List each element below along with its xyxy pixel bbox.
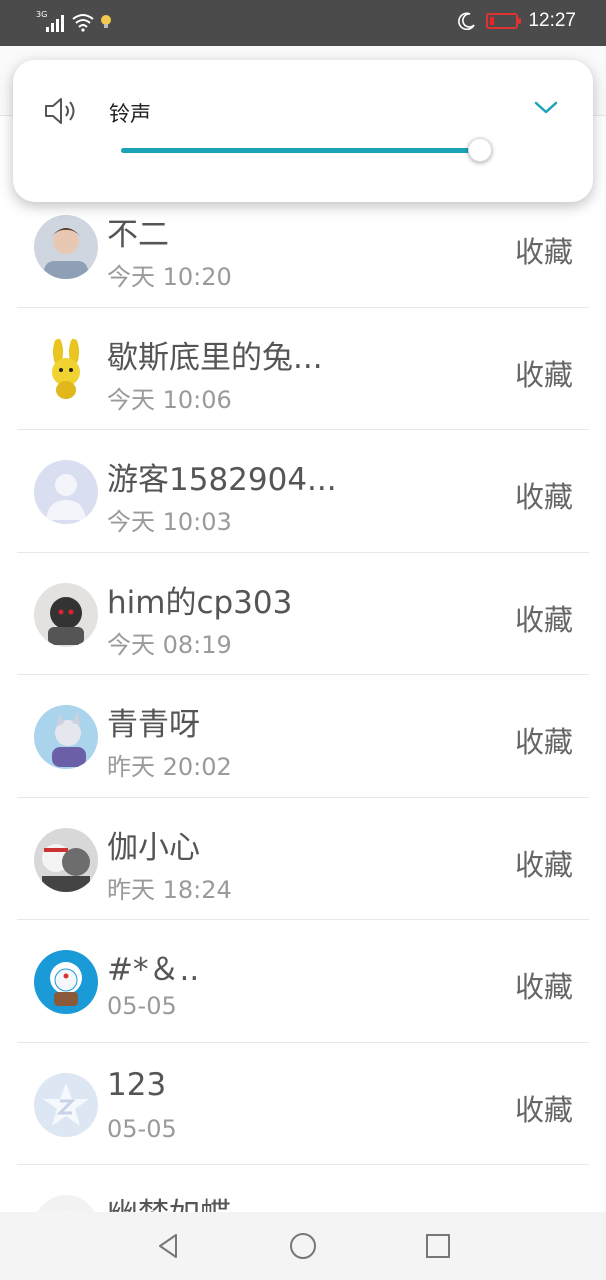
signal-icon: 3G (36, 10, 66, 32)
avatar (34, 460, 98, 524)
volume-slider[interactable] (121, 138, 492, 162)
contact-name: 伽小心 (107, 829, 200, 866)
moon-icon (458, 12, 476, 30)
avatar (34, 950, 98, 1014)
favorite-button[interactable]: 收藏 (515, 229, 573, 271)
home-icon[interactable] (287, 1230, 319, 1262)
contact-name: 青青呀 (107, 707, 200, 743)
list-item[interactable]: him的cp303 今天 08:19 收藏 (17, 553, 589, 675)
avatar (34, 582, 98, 647)
contact-time: 今天 10:06 (107, 385, 232, 414)
contact-time: 今天 10:03 (107, 508, 232, 536)
back-icon[interactable] (152, 1230, 184, 1262)
recents-icon[interactable] (422, 1230, 454, 1262)
contact-name: 游客1582904... (107, 462, 337, 498)
list-item[interactable]: 不二 今天 10:20 收藏 (17, 185, 589, 308)
contact-time: 昨天 20:02 (107, 753, 232, 781)
volume-label: 铃声 (109, 102, 151, 126)
contact-time: 05-05 (107, 992, 177, 1020)
volume-slider-fill (121, 148, 480, 153)
contact-name: #*＆.. (107, 952, 200, 988)
contact-time: 昨天 18:24 (107, 875, 232, 904)
contact-name: 不二 (107, 217, 169, 253)
contact-time: 今天 10:20 (107, 263, 232, 291)
volume-slider-thumb[interactable] (467, 138, 492, 162)
network-type: 3G (36, 10, 48, 19)
list-item[interactable]: 歇斯底里的兔... 今天 10:06 收藏 (17, 308, 589, 430)
avatar (34, 705, 98, 769)
contact-name: him的cp303 (107, 584, 293, 621)
list-item[interactable]: 123 05-05 收藏 (17, 1043, 589, 1165)
favorite-button[interactable]: 收藏 (515, 842, 573, 884)
list-item[interactable]: #*＆.. 05-05 收藏 (17, 920, 589, 1043)
battery-icon (486, 13, 522, 29)
favorite-button[interactable]: 收藏 (515, 719, 573, 761)
list-item[interactable]: 青青呀 昨天 20:02 收藏 (17, 675, 589, 798)
wifi-icon (72, 14, 94, 32)
contact-name: 123 (107, 1066, 167, 1103)
avatar (34, 337, 98, 402)
contact-time: 05-05 (107, 1114, 177, 1143)
chevron-down-icon[interactable] (533, 98, 559, 116)
list-item[interactable]: 伽小心 昨天 18:24 收藏 (17, 798, 589, 920)
navigation-bar (0, 1212, 606, 1280)
contact-name: 歇斯底里的兔... (107, 339, 323, 376)
favorite-button[interactable]: 收藏 (515, 474, 573, 516)
volume-panel: 铃声 (13, 60, 593, 202)
favorite-button[interactable]: 收藏 (515, 597, 573, 639)
favorite-button[interactable]: 收藏 (515, 352, 573, 394)
avatar (34, 1072, 98, 1137)
favorite-button[interactable]: 收藏 (515, 1087, 573, 1129)
status-bar: 3G 12:27 (0, 0, 606, 46)
contact-time: 今天 08:19 (107, 630, 232, 659)
list-item[interactable]: 游客1582904... 今天 10:03 收藏 (17, 430, 589, 553)
clock: 12:27 (528, 10, 576, 31)
contact-list: 不二 今天 10:20 收藏 歇斯底里的兔... 今天 10:06 收藏 游客1… (0, 185, 606, 1280)
avatar (34, 827, 98, 892)
bulb-icon (101, 15, 111, 28)
avatar (34, 215, 98, 279)
speaker-icon[interactable] (43, 94, 79, 128)
favorite-button[interactable]: 收藏 (515, 964, 573, 1006)
